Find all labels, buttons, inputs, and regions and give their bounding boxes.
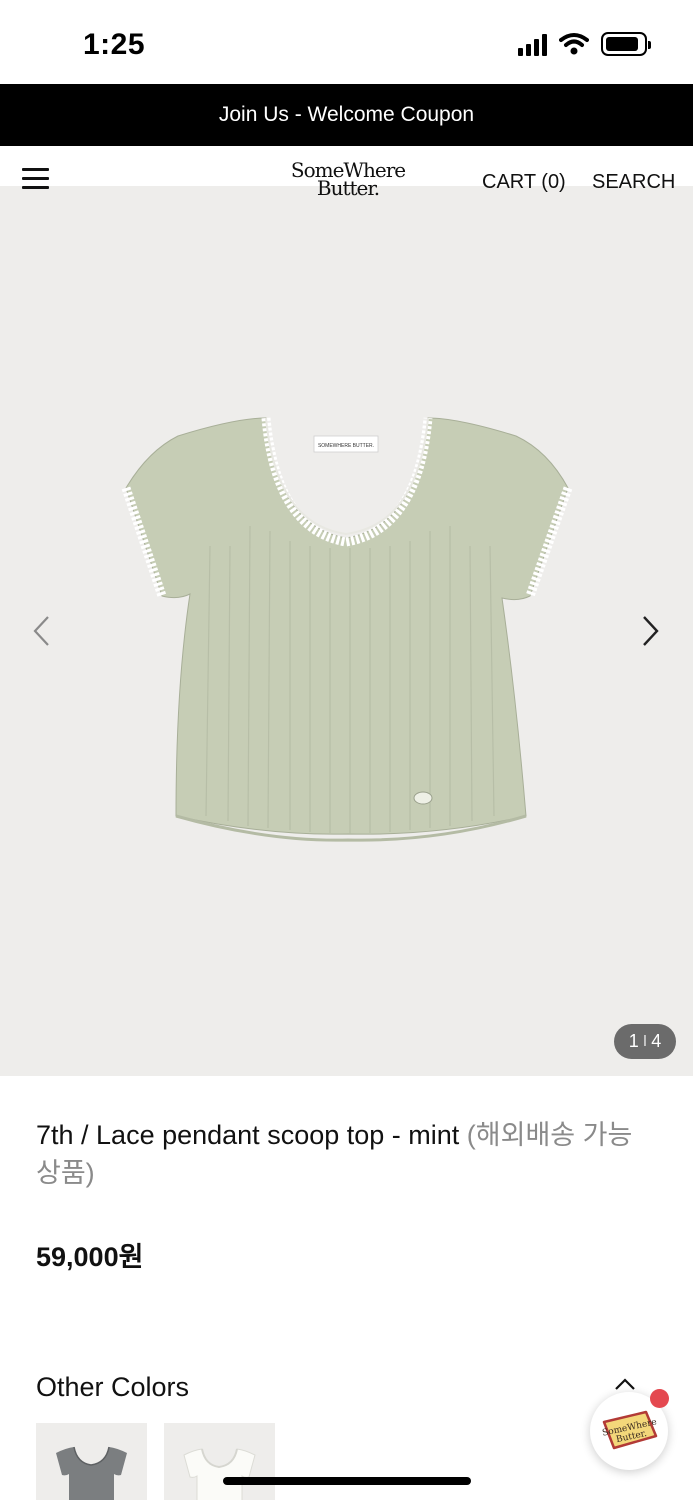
search-link[interactable]: SEARCH <box>592 171 675 194</box>
cellular-signal-icon <box>518 32 547 56</box>
other-colors-heading: Other Colors <box>36 1372 190 1402</box>
home-indicator[interactable] <box>223 1477 471 1485</box>
battery-level <box>606 37 639 51</box>
product-name: 7th / Lace pendant scoop top - mint <box>36 1120 460 1150</box>
chevron-up-icon[interactable] <box>612 1376 638 1392</box>
status-icons <box>518 32 651 56</box>
color-swatch-gray[interactable] <box>36 1423 147 1500</box>
promo-banner-text: Join Us - Welcome Coupon <box>218 103 475 126</box>
product-price: 59,000원 <box>36 1242 144 1272</box>
shirt-body <box>125 417 569 835</box>
color-swatch-white[interactable] <box>164 1423 275 1500</box>
image-counter-total: 4 <box>651 1031 662 1051</box>
product-image: SOMEWHERE BUTTER. <box>121 417 573 842</box>
image-counter: 1 I 4 <box>614 1024 676 1059</box>
gray-shirt-thumbnail <box>56 1446 127 1500</box>
chevron-left-icon[interactable] <box>30 614 54 648</box>
promo-banner[interactable]: Join Us - Welcome Coupon <box>0 84 693 146</box>
status-time: 1:25 <box>83 28 146 61</box>
image-counter-separator: I <box>642 1032 648 1050</box>
wifi-icon <box>559 33 589 55</box>
product-title: 7th / Lace pendant scoop top - mint (해외배… <box>36 1116 656 1192</box>
notification-dot <box>650 1389 669 1408</box>
status-bar: 1:25 <box>0 0 693 84</box>
pendant-charm <box>413 791 433 805</box>
chevron-right-icon[interactable] <box>638 614 662 648</box>
white-shirt-thumbnail <box>183 1448 256 1500</box>
battery-icon <box>601 32 651 56</box>
image-counter-current: 1 <box>628 1031 639 1051</box>
product-gallery[interactable]: SOMEWHERE BUTTER. 1 I 4 <box>0 186 693 1076</box>
cart-link[interactable]: CART (0) <box>482 171 566 194</box>
site-header: SomeWhere Butter. CART (0) SEARCH <box>0 146 693 198</box>
menu-icon[interactable] <box>22 168 49 190</box>
neck-label-text: SOMEWHERE BUTTER. <box>318 443 374 449</box>
brand-logo[interactable]: SomeWhere Butter. <box>289 160 407 198</box>
